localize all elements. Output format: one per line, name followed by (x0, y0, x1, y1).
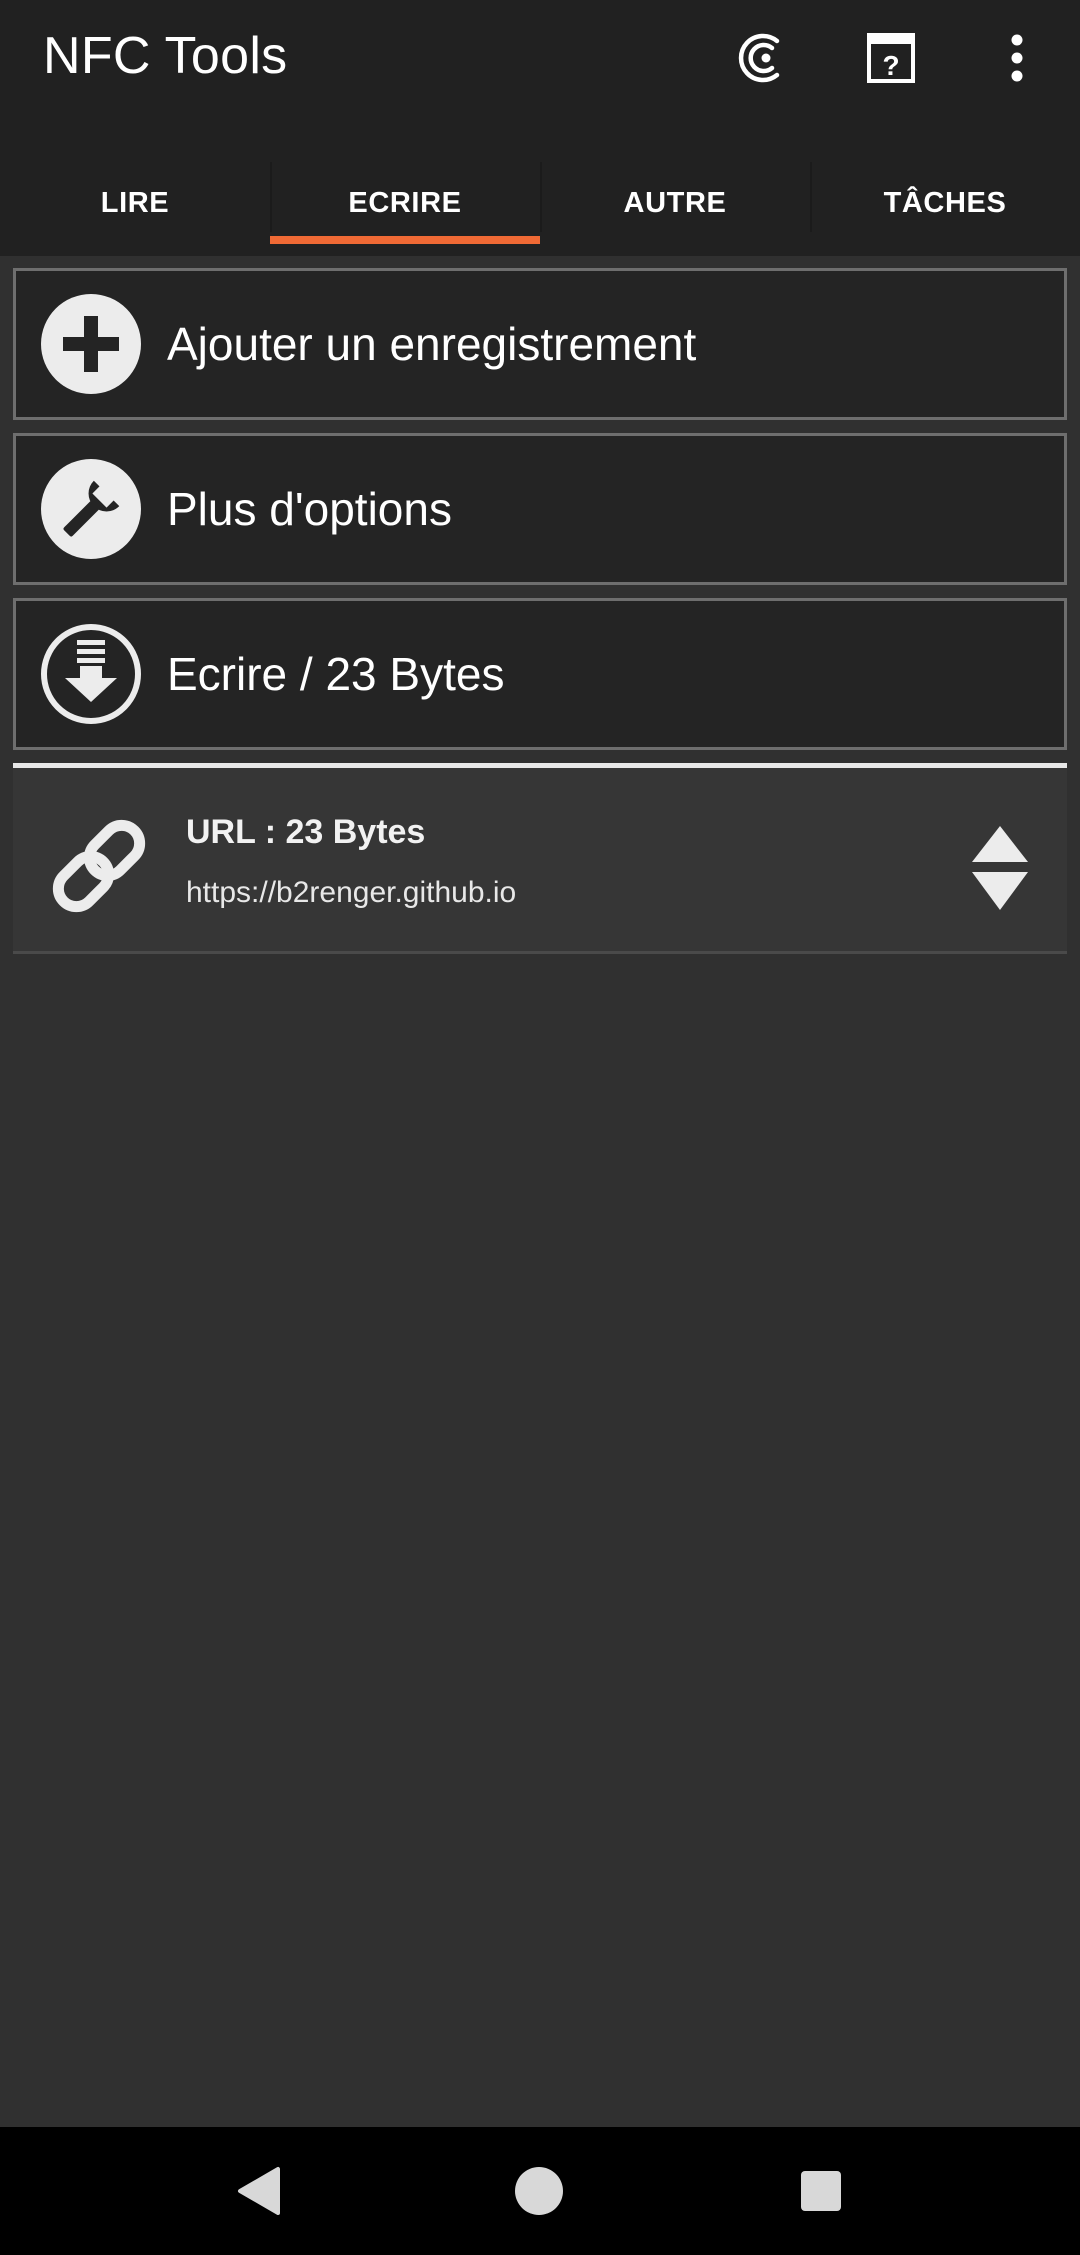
wrench-icon (39, 457, 143, 561)
system-navigation-bar (0, 2127, 1080, 2255)
add-record-button[interactable]: Ajouter un enregistrement (13, 268, 1067, 420)
write-label: Ecrire / 23 Bytes (167, 648, 505, 700)
record-title: URL : 23 Bytes (186, 813, 426, 851)
more-options-menu-button[interactable] (977, 20, 1057, 96)
add-record-label: Ajouter un enregistrement (167, 318, 697, 370)
link-icon (43, 810, 155, 922)
nfc-scan-button[interactable] (723, 20, 803, 96)
reorder-handle-icon (972, 826, 1028, 910)
more-options-label: Plus d'options (167, 483, 452, 535)
tab-label: ECRIRE (348, 186, 462, 219)
more-options-button[interactable]: Plus d'options (13, 433, 1067, 585)
tab-autre[interactable]: AUTRE (540, 150, 810, 256)
help-icon: ? (867, 33, 915, 83)
selected-tab-indicator (270, 236, 540, 244)
tab-lire[interactable]: LIRE (0, 150, 270, 256)
write-button[interactable]: Ecrire / 23 Bytes (13, 598, 1067, 750)
nfc-scan-icon (738, 33, 780, 83)
more-vert-icon (1011, 34, 1023, 82)
tab-ecrire[interactable]: ECRIRE (270, 150, 540, 256)
tab-label: AUTRE (623, 186, 727, 219)
tab-bar: LIRE ECRIRE AUTRE TÂCHES (0, 150, 1080, 256)
recents-icon (801, 2171, 841, 2211)
reorder-handle[interactable] (968, 824, 1032, 912)
svg-text:?: ? (882, 50, 899, 81)
tab-label: TÂCHES (883, 186, 1007, 219)
recents-button[interactable] (777, 2147, 865, 2235)
record-item[interactable]: URL : 23 Bytes https://b2renger.github.i… (13, 768, 1067, 954)
app-bar: NFC Tools ? LIRE ECRIRE AUTRE TÂCHES (0, 0, 1080, 256)
plus-circle-icon (39, 292, 143, 396)
app-root: NFC Tools ? LIRE ECRIRE AUTRE TÂCHES Ajo… (0, 0, 1080, 2255)
help-button[interactable]: ? (851, 20, 931, 96)
home-button[interactable] (495, 2147, 583, 2235)
app-title: NFC Tools (43, 27, 288, 85)
tab-taches[interactable]: TÂCHES (810, 150, 1080, 256)
tab-label: LIRE (100, 186, 170, 219)
record-value: https://b2renger.github.io (186, 876, 517, 909)
home-icon (515, 2167, 563, 2215)
write-download-icon (39, 622, 143, 726)
back-icon (238, 2167, 280, 2215)
back-button[interactable] (214, 2147, 302, 2235)
